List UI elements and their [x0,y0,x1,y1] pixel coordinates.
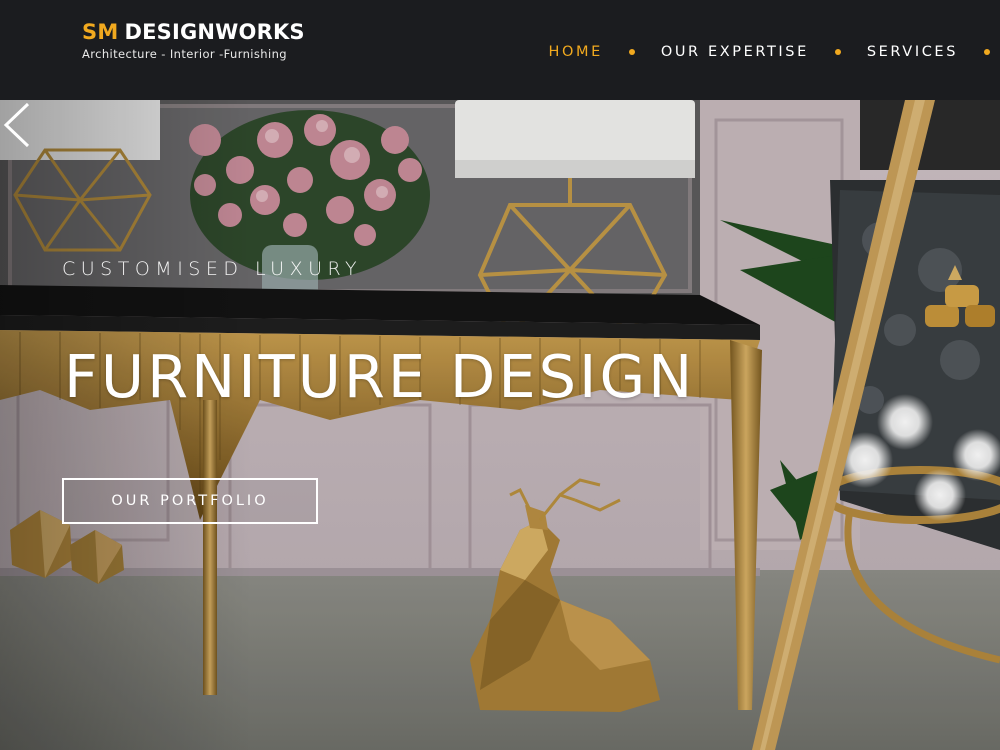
chevron-left-icon[interactable] [0,100,34,150]
logo-name: DESIGNWORKS [124,20,305,44]
nav-item-home[interactable]: HOME [548,44,602,60]
logo-wordmark: SM DESIGNWORKS [82,22,305,43]
hero-slider: CUSTOMISED LUXURY FURNITURE DESIGN OUR P… [0,100,1000,750]
logo-initials: SM [82,20,119,44]
nav-separator-dot [834,49,841,55]
nav-item-services[interactable]: SERVICES [867,44,958,60]
hero-kicker: CUSTOMISED LUXURY [62,258,363,280]
main-nav: HOME OUR EXPERTISE SERVICES [548,44,1000,60]
nav-item-our-expertise[interactable]: OUR EXPERTISE [661,44,809,60]
hero-background-image [0,100,1000,750]
brand-logo[interactable]: SM DESIGNWORKS Architecture - Interior -… [82,22,305,62]
site-header: SM DESIGNWORKS Architecture - Interior -… [0,0,1000,100]
nav-separator-dot [984,49,990,55]
nav-separator-dot [628,49,635,55]
logo-tagline: Architecture - Interior -Furnishing [82,47,287,61]
portfolio-button[interactable]: OUR PORTFOLIO [62,478,318,524]
hero-title: FURNITURE DESIGN [64,342,696,411]
